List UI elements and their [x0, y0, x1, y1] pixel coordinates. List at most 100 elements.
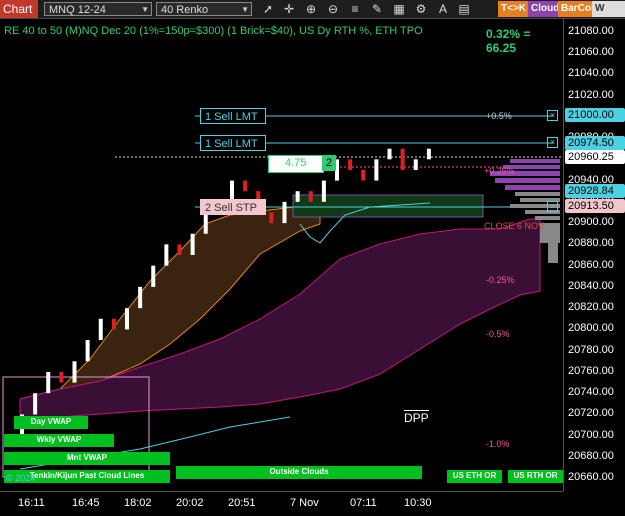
- x-tick-label: 10:30: [404, 497, 432, 509]
- chart-header-text: RE 40 to 50 (M)NQ Dec 20 (1%=150p=$300) …: [4, 25, 423, 37]
- wkly-vwap-button[interactable]: Wkly VWAP: [4, 434, 114, 447]
- y-tick-label: 20800.00: [568, 322, 614, 335]
- price-tag-stop: 20913.50: [565, 199, 625, 213]
- renko-brick: [164, 244, 169, 266]
- barcol-toggle[interactable]: BarCol: [558, 1, 597, 17]
- level-minus-025: -0.25%: [486, 275, 515, 285]
- data-box-icon[interactable]: ▦: [391, 1, 407, 17]
- instrument-selector[interactable]: MNQ 12-24 ▼: [44, 2, 152, 16]
- price-tag-sell-lmt-2: 20974.50: [565, 136, 625, 150]
- renko-brick: [400, 148, 405, 170]
- renko-brick: [111, 318, 116, 330]
- us-rth-or-button[interactable]: US RTH OR: [508, 470, 563, 483]
- y-tick-label: 21020.00: [568, 88, 614, 101]
- level-minus-05: -0.5%: [486, 329, 510, 339]
- bar-type-value: 40 Renko: [161, 4, 209, 16]
- outside-clouds-button[interactable]: Outside Clouds: [176, 466, 422, 479]
- renko-brick: [295, 191, 300, 202]
- copyright-text: © 2024: [6, 473, 36, 483]
- sell-stop-order[interactable]: 2 Sell STP: [200, 199, 266, 215]
- instrument-value: MNQ 12-24: [49, 4, 106, 16]
- percent-change: 0.32% = 66.25: [486, 27, 531, 55]
- wvwap-toggle[interactable]: W VWA: [592, 1, 625, 17]
- cursor-icon[interactable]: ➚: [260, 1, 276, 17]
- y-tick-label: 20820.00: [568, 301, 614, 314]
- y-tick-label: 20780.00: [568, 343, 614, 356]
- chart-plot-area[interactable]: RE 40 to 50 (M)NQ Dec 20 (1%=150p=$300) …: [0, 19, 563, 491]
- renko-brick: [33, 393, 38, 415]
- tk-toggle[interactable]: T<>K: [498, 1, 530, 17]
- crosshair-icon[interactable]: ✛: [281, 1, 297, 17]
- renko-brick: [98, 318, 103, 341]
- price-tag-avg: 20928.84: [565, 184, 625, 198]
- y-tick-label: 20660.00: [568, 471, 614, 484]
- position-pnl: 4.75: [285, 157, 307, 169]
- renko-brick: [59, 371, 64, 383]
- renko-brick: [374, 159, 379, 181]
- y-tick-label: 21040.00: [568, 67, 614, 80]
- chevron-down-icon: ▼: [241, 5, 249, 14]
- renko-brick: [348, 159, 353, 170]
- price-tag-last: 20960.25: [565, 150, 625, 164]
- renko-brick: [361, 169, 366, 181]
- renko-brick: [413, 159, 418, 170]
- chart-menu-button[interactable]: Chart: [0, 0, 38, 18]
- renko-brick: [282, 201, 287, 224]
- y-tick-label: 20680.00: [568, 449, 614, 462]
- renko-brick: [151, 265, 156, 287]
- renko-brick: [387, 148, 392, 160]
- close-order-icon[interactable]: ×: [547, 201, 558, 212]
- x-tick-label: 20:51: [228, 497, 256, 509]
- us-eth-or-button[interactable]: US ETH OR: [447, 470, 502, 483]
- price-axis[interactable]: 21080.00 21060.00 21040.00 21020.00 21000.00…: [563, 19, 625, 491]
- position-qty: 2: [322, 155, 336, 171]
- sell-limit-order-2[interactable]: 1 Sell LMT: [200, 135, 266, 151]
- renko-brick: [321, 180, 326, 202]
- position-box[interactable]: 4.75: [268, 155, 324, 173]
- y-tick-label: 20720.00: [568, 407, 614, 420]
- mnt-vwap-button[interactable]: Mnt VWAP: [4, 452, 170, 465]
- renko-brick: [243, 180, 248, 192]
- x-tick-label: 07:11: [350, 497, 377, 509]
- renko-brick: [125, 308, 129, 330]
- time-axis[interactable]: 16:11 16:45 18:02 20:02 20:51 7 Nov 07:11 10:30: [0, 491, 563, 516]
- y-tick-label: 21060.00: [568, 46, 614, 59]
- drawing-icon[interactable]: ✎: [369, 1, 385, 17]
- x-tick-label: 7 Nov: [290, 497, 319, 509]
- y-tick-label: 20860.00: [568, 258, 614, 271]
- properties-icon[interactable]: ≡: [347, 1, 363, 17]
- renko-brick: [72, 361, 77, 383]
- text-icon[interactable]: A: [435, 1, 451, 17]
- chevron-down-icon: ▼: [141, 5, 149, 14]
- renko-brick: [308, 191, 313, 202]
- close-order-icon[interactable]: ×: [547, 110, 558, 121]
- level-plus-05: +0.5%: [486, 111, 512, 121]
- bar-type-selector[interactable]: 40 Renko ▼: [156, 2, 252, 16]
- close-label: CLOSE 6 NOV: [484, 221, 545, 231]
- renko-brick: [269, 212, 274, 224]
- level-plus-025: +0.25%: [484, 166, 515, 176]
- renko-brick: [85, 340, 90, 362]
- y-tick-label: 20900.00: [568, 216, 614, 229]
- dpp-label: DPP: [404, 410, 429, 425]
- y-tick-label: 20760.00: [568, 364, 614, 377]
- day-vwap-button[interactable]: Day VWAP: [14, 416, 88, 429]
- y-tick-label: 20700.00: [568, 428, 614, 441]
- zoom-in-icon[interactable]: ⊕: [303, 1, 319, 17]
- renko-brick: [138, 286, 143, 309]
- renko-brick: [46, 371, 51, 394]
- zoom-out-icon[interactable]: ⊖: [325, 1, 341, 17]
- x-tick-label: 16:11: [18, 497, 45, 509]
- indicators-icon[interactable]: ▤: [456, 1, 472, 17]
- y-tick-label: 21080.00: [568, 24, 614, 37]
- price-tag-sell-lmt-1: 21000.00: [565, 108, 625, 122]
- close-order-icon[interactable]: ×: [547, 137, 558, 148]
- level-minus-10: -1.0%: [486, 439, 510, 449]
- strategies-icon[interactable]: ⚙: [413, 1, 429, 17]
- y-tick-label: 20880.00: [568, 237, 614, 250]
- x-tick-label: 20:02: [176, 497, 204, 509]
- y-tick-label: 20840.00: [568, 279, 614, 292]
- y-tick-label: 20740.00: [568, 386, 614, 399]
- sell-limit-order-1[interactable]: 1 Sell LMT: [200, 108, 266, 124]
- renko-brick: [177, 244, 182, 255]
